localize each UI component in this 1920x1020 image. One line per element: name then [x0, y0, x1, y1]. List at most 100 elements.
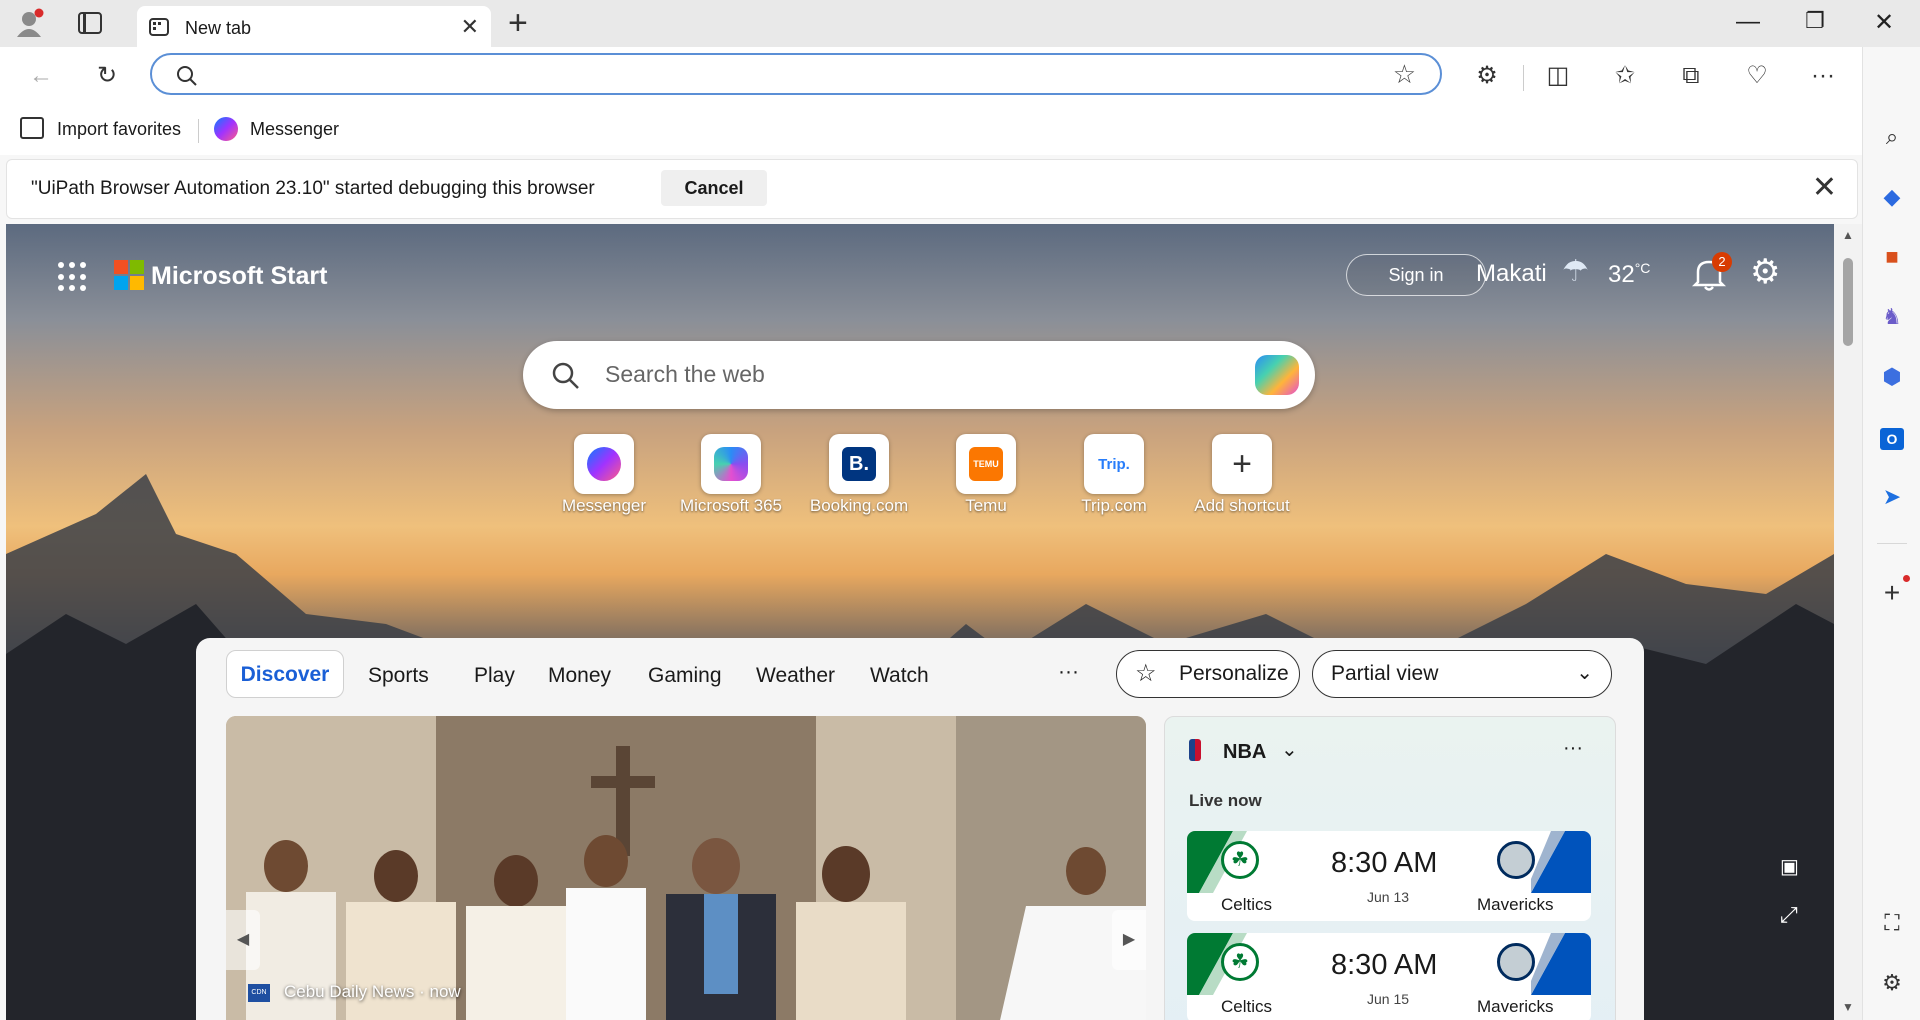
shopping-tag-icon[interactable]: ◆: [1876, 181, 1908, 213]
news-hero-image: [226, 716, 1146, 1020]
restore-icon[interactable]: ❐: [1795, 8, 1835, 34]
import-favorites-link[interactable]: Import favorites: [57, 119, 181, 140]
shortcut-label: Trip.com: [1081, 496, 1147, 515]
mavericks-logo-icon: [1497, 841, 1535, 879]
cancel-debugging-button[interactable]: Cancel: [661, 170, 767, 206]
shortcut-label: Booking.com: [809, 496, 909, 515]
new-tab-page: Microsoft Start Sign in Makati ☂ 32°C 2 …: [6, 224, 1834, 1020]
game-date: Jun 13: [1367, 889, 1410, 905]
add-sidebar-app-icon[interactable]: +: [1876, 577, 1908, 609]
tab-money[interactable]: Money: [548, 664, 611, 688]
tab-sports[interactable]: Sports: [368, 664, 429, 688]
shortcut-trip[interactable]: Trip. Trip.com: [1054, 434, 1174, 516]
refresh-icon[interactable]: ↻: [90, 59, 124, 93]
news-source: Cebu Daily News · now: [284, 982, 461, 1001]
brand-title[interactable]: Microsoft Start: [151, 262, 327, 291]
weather-temperature[interactable]: 32°C: [1608, 260, 1650, 289]
mavericks-stripe: [1531, 831, 1591, 893]
extensions-icon[interactable]: ⚙: [1470, 59, 1504, 93]
away-team: Mavericks: [1477, 997, 1554, 1016]
chevron-down-icon[interactable]: ⌄: [1281, 737, 1298, 762]
page-scrollbar[interactable]: ▲ ▼: [1834, 224, 1862, 1020]
carousel-next-button[interactable]: ▶: [1112, 910, 1146, 970]
shortcut-booking[interactable]: B. Booking.com: [799, 434, 919, 516]
minimize-icon[interactable]: —: [1728, 8, 1768, 36]
tab-gaming[interactable]: Gaming: [648, 664, 722, 688]
more-options-icon[interactable]: ···: [1806, 59, 1840, 93]
messenger-icon: [587, 447, 621, 481]
tools-toolbox-icon[interactable]: ■: [1876, 241, 1908, 273]
screenshot-capture-icon[interactable]: ⛶: [1876, 907, 1908, 939]
scrollbar-thumb[interactable]: [1843, 258, 1853, 346]
games-chess-icon[interactable]: ♞: [1876, 301, 1908, 333]
carousel-prev-button[interactable]: ◀: [226, 910, 260, 970]
more-tabs-icon[interactable]: ···: [1058, 660, 1079, 684]
browser-essentials-icon[interactable]: ♡: [1740, 59, 1774, 93]
address-bar[interactable]: ☆: [150, 53, 1442, 95]
web-search-box[interactable]: Search the web: [523, 341, 1315, 409]
weather-location[interactable]: Makati: [1476, 260, 1547, 288]
tab-new-tab[interactable]: New tab ✕: [137, 6, 491, 47]
messenger-link[interactable]: Messenger: [250, 119, 339, 140]
sidebar-settings-gear-icon[interactable]: ⚙: [1876, 967, 1908, 999]
tab-watch[interactable]: Watch: [870, 664, 929, 688]
favorites-bar: Import favorites Messenger: [0, 107, 1862, 155]
game-card[interactable]: ☘ Celtics 8:30 AM Jun 13 Mavericks: [1187, 831, 1591, 921]
collections-icon[interactable]: ⧉: [1674, 59, 1708, 93]
shortcut-microsoft-365[interactable]: Microsoft 365: [671, 434, 791, 516]
drop-send-icon[interactable]: ➤: [1876, 481, 1908, 513]
sidebar-search-icon[interactable]: ⌕: [1876, 121, 1908, 153]
plus-icon: +: [1232, 444, 1252, 483]
window-close-icon[interactable]: ✕: [1864, 8, 1904, 37]
background-image-icon[interactable]: ▣: [1780, 854, 1799, 879]
outlook-icon[interactable]: O: [1876, 421, 1908, 453]
view-mode-select[interactable]: Partial view ⌄: [1312, 650, 1612, 698]
tab-bar: New tab ✕ + — ❐ ✕: [0, 0, 1920, 47]
nba-title[interactable]: NBA: [1223, 741, 1266, 764]
messenger-icon: [214, 117, 238, 141]
microsoft-365-icon: [714, 447, 748, 481]
sparkle-star-icon: ☆: [1135, 660, 1157, 687]
away-team: Mavericks: [1477, 895, 1554, 914]
scroll-down-icon[interactable]: ▼: [1842, 1000, 1854, 1014]
game-time: 8:30 AM: [1331, 949, 1438, 981]
split-screen-icon[interactable]: ◫: [1541, 59, 1575, 93]
new-tab-button[interactable]: +: [508, 4, 528, 43]
personalize-button[interactable]: ☆ Personalize: [1116, 650, 1300, 698]
tab-play[interactable]: Play: [474, 664, 515, 688]
search-placeholder: Search the web: [605, 361, 765, 387]
shortcut-temu[interactable]: TEMU Temu: [926, 434, 1046, 516]
copilot-search-icon[interactable]: [1255, 355, 1299, 395]
infobar-close-icon[interactable]: ✕: [1812, 170, 1837, 205]
game-date: Jun 15: [1367, 991, 1410, 1007]
notifications-bell-icon[interactable]: 2: [1691, 252, 1732, 297]
mavericks-stripe: [1531, 933, 1591, 995]
scroll-up-icon[interactable]: ▲: [1842, 228, 1854, 242]
personalize-label: Personalize: [1179, 662, 1289, 685]
shortcut-messenger[interactable]: Messenger: [544, 434, 664, 516]
profile-avatar[interactable]: [14, 8, 44, 38]
expand-icon[interactable]: ⤢: [1780, 902, 1798, 928]
shortcut-add[interactable]: + Add shortcut: [1182, 434, 1302, 516]
feed-panel: Discover Sports Play Money Gaming Weathe…: [196, 638, 1644, 1020]
toolbar-divider: [1523, 65, 1524, 91]
tab-discover[interactable]: Discover: [226, 650, 344, 698]
chevron-down-icon: ⌄: [1576, 662, 1593, 684]
apps-launcher-icon[interactable]: [58, 262, 88, 292]
close-tab-icon[interactable]: ✕: [461, 14, 479, 40]
page-settings-gear-icon[interactable]: ⚙: [1750, 252, 1780, 292]
news-hero-card[interactable]: ◀ ▶ CDN Cebu Daily News · now: [226, 716, 1146, 1020]
favbar-divider: [198, 119, 199, 143]
new-tab-icon: [149, 18, 169, 36]
game-card[interactable]: ☘ Celtics 8:30 AM Jun 15 Mavericks: [1187, 933, 1591, 1020]
tab-weather[interactable]: Weather: [756, 664, 835, 688]
sign-in-button[interactable]: Sign in: [1346, 254, 1486, 296]
tab-actions-icon[interactable]: [78, 12, 102, 34]
widget-more-icon[interactable]: ···: [1563, 737, 1583, 760]
nba-logo-icon: [1189, 739, 1201, 761]
favorites-icon[interactable]: ✩: [1608, 59, 1642, 93]
back-icon[interactable]: ←: [24, 59, 58, 93]
favorite-star-icon[interactable]: ☆: [1393, 59, 1416, 90]
shortcut-label: Temu: [965, 496, 1007, 515]
microsoft-365-icon[interactable]: ⬢: [1876, 361, 1908, 393]
